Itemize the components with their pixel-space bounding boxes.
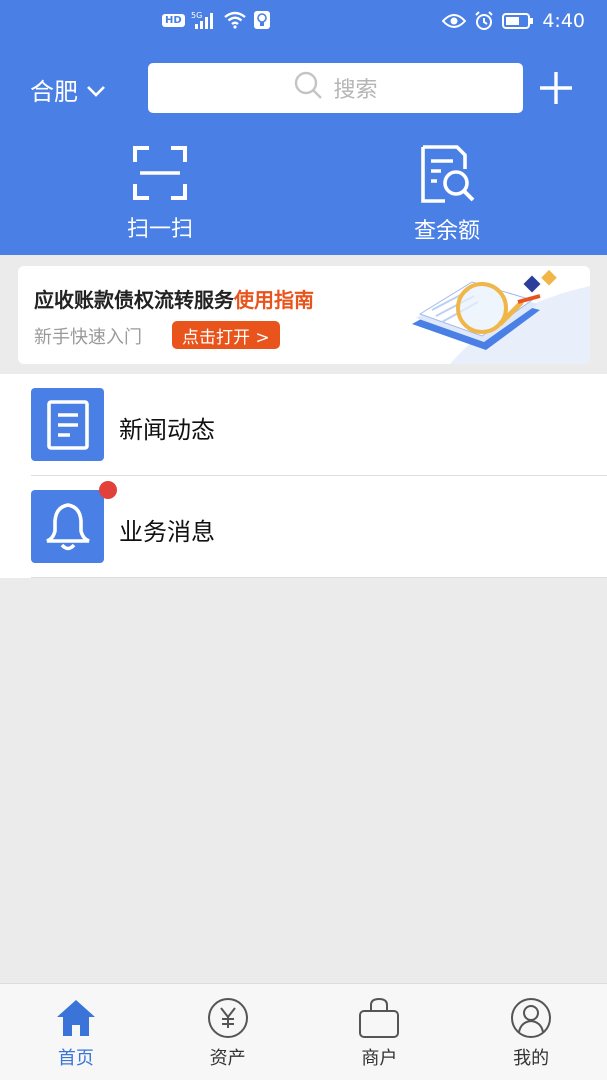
unread-badge (99, 481, 117, 499)
city-label: 合肥 (30, 78, 78, 106)
search-placeholder: 搜索 (333, 78, 378, 103)
banner-open-button[interactable]: 点击打开 > (172, 321, 280, 349)
news-document-icon (31, 388, 104, 461)
chevron-down-icon (86, 76, 106, 104)
hd-badge: HD (162, 13, 185, 27)
add-button[interactable] (536, 68, 576, 108)
banner-subtitle: 新手快速入门 (34, 327, 142, 348)
balance-query-icon (417, 145, 477, 207)
tab-label: 首页 (57, 1048, 94, 1069)
bottom-tab-bar: 首页 资产 商户 我的 (0, 983, 607, 1080)
balance-query-button[interactable]: 查余额 (387, 145, 507, 245)
tab-profile[interactable]: 我的 (455, 984, 607, 1080)
plus-icon (540, 72, 572, 104)
scan-label: 扫一扫 (126, 217, 193, 242)
user-profile-icon (509, 996, 553, 1040)
tab-label: 我的 (513, 1048, 550, 1069)
book-magnifier-illustration (412, 269, 590, 364)
app-notification-icon (253, 10, 271, 30)
banner-title: 应收账款债权流转服务使用指南 (34, 284, 314, 313)
status-right: 4:40 (442, 10, 585, 32)
header: HD 5G 4:40 合肥 搜索 扫一扫 查余额 (0, 0, 607, 255)
signal-icon: 5G (191, 11, 217, 29)
status-time: 4:40 (542, 10, 585, 32)
yuan-coin-icon (206, 996, 250, 1040)
battery-icon (502, 12, 534, 30)
bell-icon (31, 490, 104, 563)
banner-title-main: 应收账款债权流转服务 (34, 288, 234, 312)
shopping-bag-icon (357, 996, 401, 1040)
divider (31, 577, 607, 578)
alarm-icon (474, 11, 494, 31)
eye-icon (442, 13, 467, 29)
city-selector[interactable]: 合肥 (30, 72, 106, 107)
list-item-business-message[interactable]: 业务消息 (0, 476, 607, 578)
tab-merchants[interactable]: 商户 (304, 984, 456, 1080)
status-bar: HD 5G 4:40 (0, 0, 607, 44)
guide-banner[interactable]: 应收账款债权流转服务使用指南 新手快速入门 点击打开 > (18, 266, 590, 364)
status-left: HD 5G (162, 10, 271, 30)
content-list: 新闻动态 业务消息 (0, 374, 607, 578)
network-label: 5G (191, 11, 202, 20)
wifi-icon (223, 11, 247, 29)
balance-query-label: 查余额 (413, 219, 480, 244)
scan-button[interactable]: 扫一扫 (100, 145, 220, 243)
banner-title-highlight: 使用指南 (234, 288, 314, 312)
list-item-news[interactable]: 新闻动态 (0, 374, 607, 476)
search-input[interactable]: 搜索 (148, 63, 523, 113)
tab-label: 商户 (361, 1048, 398, 1069)
list-item-label: 业务消息 (119, 518, 215, 546)
tab-label: 资产 (209, 1048, 246, 1069)
tab-assets[interactable]: 资产 (152, 984, 304, 1080)
tab-home[interactable]: 首页 (0, 984, 152, 1080)
search-icon (293, 70, 323, 106)
home-icon (54, 996, 98, 1040)
scan-icon (132, 145, 188, 205)
list-item-label: 新闻动态 (119, 416, 215, 444)
